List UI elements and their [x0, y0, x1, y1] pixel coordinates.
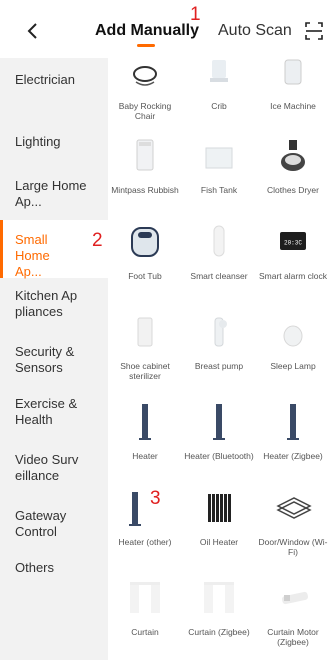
- sidebar-item-video-surveillance[interactable]: Video Surv eillance: [0, 446, 108, 502]
- sidebar-item-label: Video Surv eillance: [15, 452, 79, 483]
- device-name: Curtain Motor (Zigbee): [267, 627, 319, 647]
- device-name: Heater (Zigbee): [263, 451, 323, 461]
- curtain-icon: [204, 582, 234, 613]
- active-category-indicator: [0, 220, 3, 278]
- oil-heater-icon: [208, 494, 231, 522]
- annotation-marker-3: 3: [150, 488, 161, 509]
- device-name: Clothes Dryer: [267, 185, 319, 195]
- clothes-dryer-icon: [281, 140, 305, 171]
- rubbish-bin-icon: [136, 139, 154, 171]
- door-window-sensor-icon: [276, 497, 312, 519]
- device-name: Fish Tank: [200, 185, 238, 195]
- category-sidebar: Electrician Lighting Large Home Ap... Sm…: [0, 58, 108, 660]
- crib-icon: [210, 60, 228, 82]
- device-curtain-motor-zigbee[interactable]: Curtain Motor (Zigbee): [256, 578, 330, 647]
- device-name: Baby Rocking Chair: [118, 101, 172, 121]
- device-baby-rocking-chair[interactable]: Baby Rocking Chair: [108, 58, 182, 121]
- device-crib[interactable]: Crib: [182, 58, 256, 111]
- sidebar-item-label: Gateway Control: [15, 508, 67, 539]
- device-name: Shoe cabinet sterilizer: [120, 361, 170, 381]
- sidebar-item-label: Large Home Ap...: [15, 178, 87, 209]
- rocking-chair-icon: [133, 66, 157, 86]
- curtain-motor-icon: [282, 591, 308, 605]
- device-door-window-wifi[interactable]: Door/Window (Wi-Fi): [256, 488, 330, 557]
- sidebar-item-label: Others: [15, 560, 55, 575]
- sidebar-item-label: Kitchen Ap pliances: [15, 288, 78, 319]
- heater-icon: [213, 404, 225, 440]
- device-oil-heater[interactable]: Oil Heater: [182, 488, 256, 547]
- device-heater[interactable]: Heater: [108, 402, 182, 461]
- alarm-clock-display: 20:3C: [284, 240, 302, 247]
- sidebar-item-others[interactable]: Others: [0, 558, 108, 598]
- heater-icon: [287, 404, 299, 440]
- device-name: Crib: [211, 101, 227, 111]
- device-heater-bluetooth[interactable]: Heater (Bluetooth): [182, 402, 256, 461]
- device-curtain[interactable]: Curtain: [108, 578, 182, 637]
- tab-add-manually[interactable]: Add Manually: [95, 22, 199, 40]
- device-grid: Baby Rocking Chair Crib Ice Machine Mint…: [108, 58, 331, 660]
- device-name: Heater: [132, 451, 158, 461]
- sidebar-item-label: Security & Sensors: [15, 344, 75, 375]
- device-mintpass-rubbish[interactable]: Mintpass Rubbish: [108, 136, 182, 195]
- fish-tank-icon: [205, 147, 233, 169]
- back-arrow-icon[interactable]: [24, 22, 42, 40]
- sidebar-item-large-home-appliances[interactable]: Large Home Ap...: [0, 164, 108, 220]
- device-name: Oil Heater: [199, 537, 239, 547]
- device-name: Smart alarm clock: [258, 271, 327, 281]
- top-bar: Add Manually 1 Auto Scan: [0, 0, 331, 58]
- sidebar-item-label: Electrician: [15, 72, 75, 87]
- device-name: Heater (other): [118, 537, 172, 547]
- sidebar-item-label: Exercise & Health: [15, 396, 78, 427]
- curtain-icon: [130, 582, 160, 613]
- device-ice-machine[interactable]: Ice Machine: [256, 58, 330, 111]
- device-smart-cleanser[interactable]: Smart cleanser: [182, 222, 256, 281]
- device-curtain-zigbee[interactable]: Curtain (Zigbee): [182, 578, 256, 637]
- device-name: Curtain: [131, 627, 159, 637]
- device-smart-alarm-clock[interactable]: 20:3C Smart alarm clock: [256, 222, 330, 281]
- annotation-marker-2: 2: [92, 230, 103, 251]
- device-foot-tub[interactable]: Foot Tub: [108, 222, 182, 281]
- ice-machine-icon: [284, 59, 302, 85]
- sidebar-item-gateway-control[interactable]: Gateway Control: [0, 502, 108, 558]
- device-clothes-dryer[interactable]: Clothes Dryer: [256, 136, 330, 195]
- sidebar-item-lighting[interactable]: Lighting: [0, 124, 108, 164]
- annotation-marker-1: 1: [190, 4, 201, 25]
- device-name: Ice Machine: [270, 101, 316, 111]
- alarm-clock-icon: 20:3C: [280, 232, 306, 250]
- sidebar-item-label: Small Home Ap...: [15, 232, 50, 279]
- cleanser-icon: [213, 225, 225, 257]
- device-name: Foot Tub: [128, 271, 162, 281]
- device-name: Heater (Bluetooth): [184, 451, 254, 461]
- tab-auto-scan[interactable]: Auto Scan: [218, 22, 292, 40]
- device-name: Curtain (Zigbee): [188, 627, 250, 637]
- device-name: Sleep Lamp: [270, 361, 316, 371]
- active-tab-indicator: [137, 44, 155, 47]
- scan-icon[interactable]: [304, 21, 324, 41]
- sidebar-item-label: Lighting: [15, 134, 61, 149]
- device-name: Smart cleanser: [190, 271, 248, 281]
- breast-pump-icon: [214, 317, 227, 347]
- heater-icon: [129, 492, 141, 526]
- sidebar-item-exercise-health[interactable]: Exercise & Health: [0, 390, 108, 446]
- shoe-cabinet-icon: [137, 317, 153, 347]
- sidebar-item-electrician[interactable]: Electrician: [0, 58, 108, 98]
- heater-icon: [139, 404, 151, 440]
- sidebar-item-security-sensors[interactable]: Security & Sensors: [0, 334, 108, 390]
- device-sleep-lamp[interactable]: Sleep Lamp: [256, 312, 330, 371]
- device-breast-pump[interactable]: Breast pump: [182, 312, 256, 371]
- device-name: Mintpass Rubbish: [111, 185, 179, 195]
- device-name: Door/Window (Wi-Fi): [258, 537, 328, 557]
- device-shoe-cabinet-sterilizer[interactable]: Shoe cabinet sterilizer: [108, 312, 182, 381]
- device-heater-zigbee[interactable]: Heater (Zigbee): [256, 402, 330, 461]
- sidebar-item-kitchen-appliances[interactable]: Kitchen Ap pliances: [0, 278, 108, 334]
- device-heater-other[interactable]: Heater (other): [108, 488, 182, 547]
- device-fish-tank[interactable]: Fish Tank: [182, 136, 256, 195]
- device-name: Breast pump: [194, 361, 244, 371]
- sleep-lamp-icon: [283, 325, 303, 347]
- foot-tub-icon: [131, 227, 159, 257]
